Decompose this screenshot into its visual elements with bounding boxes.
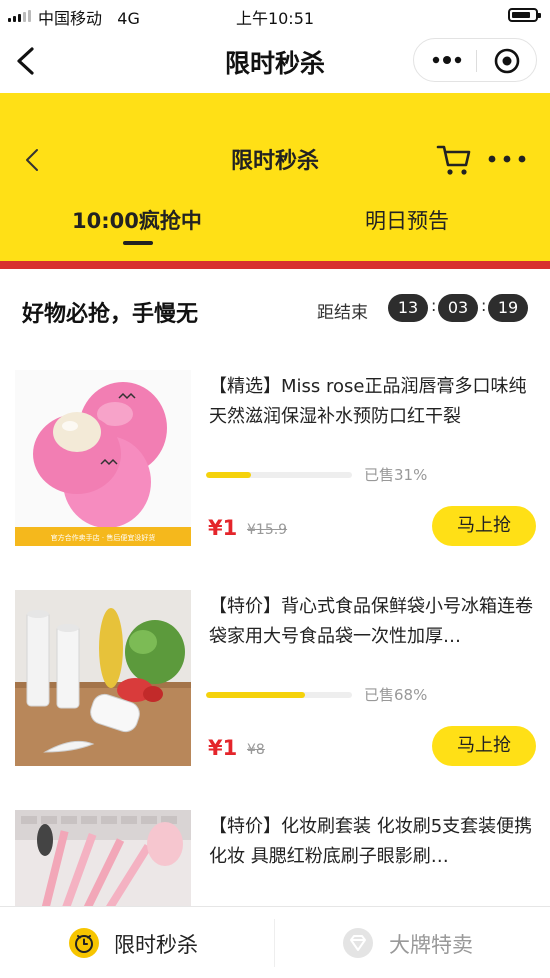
original-price: ¥15.9 — [247, 522, 288, 538]
tab-flash-sale-label: 限时秒杀 — [114, 933, 198, 957]
capsule-divider — [476, 50, 477, 72]
product-title[interactable]: 【精选】Miss rose正品润唇膏多口味纯天然滋润保湿补水预防口红干裂 — [209, 372, 539, 432]
section-title: 好物必抢，手慢无 — [22, 302, 199, 327]
countdown-seconds: 19 — [488, 294, 528, 322]
nav-bar: 限时秒杀 — [0, 32, 550, 90]
countdown-colon: : — [431, 296, 437, 315]
battery-icon — [508, 8, 541, 22]
product-image[interactable] — [15, 810, 191, 906]
clock-icon — [69, 928, 99, 958]
tab-flash-sale[interactable]: 限时秒杀 — [0, 907, 275, 978]
capsule-menu — [413, 38, 537, 82]
product-card[interactable]: 【特价】背心式食品保鲜袋小号冰箱连卷袋家用大号食品袋一次性加厚… 已售68% ¥… — [0, 590, 550, 790]
grab-button[interactable]: 马上抢 — [432, 726, 536, 766]
sold-progress-bar — [206, 472, 352, 478]
sold-progress-fill — [206, 692, 306, 698]
flash-sale-header: 限时秒杀 10:00疯抢中 明日预告 — [0, 93, 550, 261]
product-title[interactable]: 【特价】背心式食品保鲜袋小号冰箱连卷袋家用大号食品袋一次性加厚… — [209, 592, 539, 652]
sold-label: 已售68% — [364, 686, 428, 704]
sale-price: ¥1 — [208, 516, 238, 540]
original-price: ¥8 — [247, 742, 265, 758]
close-miniprogram-icon[interactable] — [494, 48, 520, 74]
tab-brand-sale-label: 大牌特卖 — [389, 933, 473, 957]
more-icon[interactable] — [432, 51, 462, 69]
countdown-label: 距结束 — [317, 303, 368, 323]
diamond-icon — [343, 928, 373, 958]
product-image[interactable]: 官方合作卖手店 · 售后便宜没好货 — [15, 370, 191, 546]
countdown-minutes: 03 — [438, 294, 478, 322]
countdown-colon: : — [481, 296, 487, 315]
tab-tomorrow[interactable]: 明日预告 — [365, 205, 449, 235]
sold-progress-fill — [206, 472, 252, 478]
product-card[interactable]: 官方合作卖手店 · 售后便宜没好货 【精选】Miss rose正品润唇膏多口味纯… — [0, 370, 550, 570]
image-caption: 官方合作卖手店 · 售后便宜没好货 — [51, 533, 156, 542]
countdown-hours: 13 — [388, 294, 428, 322]
product-title[interactable]: 【特价】化妆刷套装 化妆刷5支套装便携化妆 具腮红粉底刷子眼影刷… — [209, 812, 539, 872]
sold-label: 已售31% — [364, 466, 428, 484]
product-card[interactable]: 【特价】化妆刷套装 化妆刷5支套装便携化妆 具腮红粉底刷子眼影刷… — [0, 810, 550, 906]
cart-icon[interactable] — [436, 141, 472, 177]
tab-indicator — [123, 241, 153, 245]
tab-now[interactable]: 10:00疯抢中 — [72, 205, 202, 235]
product-image[interactable] — [15, 590, 191, 766]
header-more-icon[interactable] — [486, 151, 528, 167]
sold-progress-bar — [206, 692, 352, 698]
grab-button[interactable]: 马上抢 — [432, 506, 536, 546]
status-time: 上午10:51 — [235, 9, 315, 28]
sale-price: ¥1 — [208, 736, 238, 760]
status-bar: 中国移动 4G 上午10:51 — [0, 0, 550, 32]
bottom-tab-bar: 限时秒杀 大牌特卖 — [0, 906, 550, 978]
header-divider — [0, 261, 550, 269]
page: 中国移动 4G 上午10:51 限时秒杀 限时秒杀 10:00疯抢中 明日预告 … — [0, 0, 550, 978]
tab-brand-sale[interactable]: 大牌特卖 — [275, 907, 550, 978]
